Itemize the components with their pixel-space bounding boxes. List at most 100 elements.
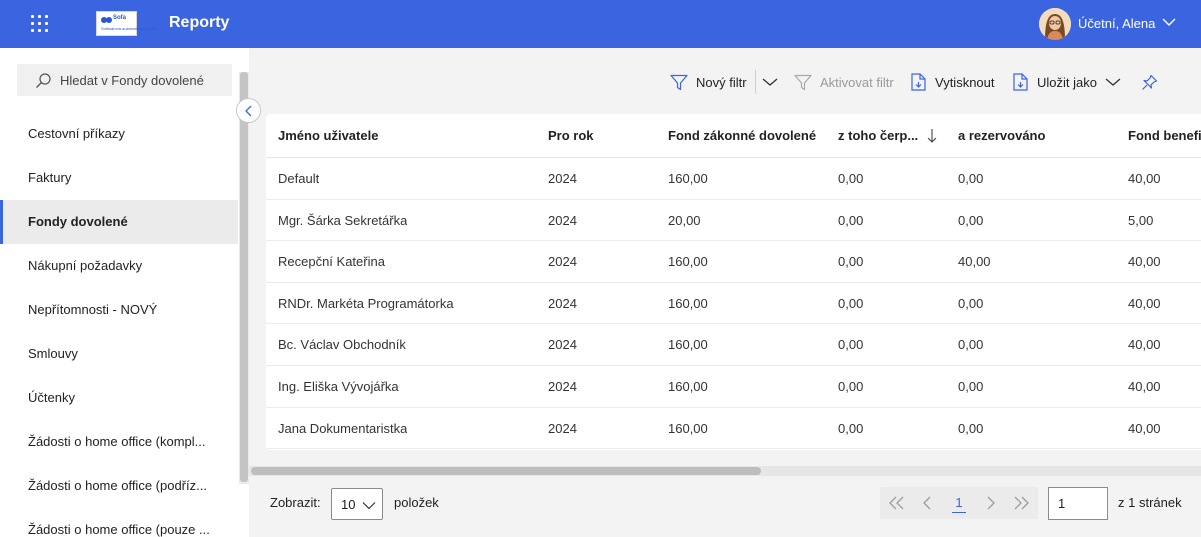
cell-reserved: 0,00: [958, 379, 984, 394]
column-header-used[interactable]: z toho čerp...: [838, 114, 918, 158]
cell-benefit-fund: 40,00: [1128, 295, 1161, 311]
cell-statutory-fund: 160,00: [668, 171, 708, 186]
column-header-benefit-fund[interactable]: Fond benefi: [1128, 114, 1201, 158]
save-as-label: Uložit jako: [1037, 74, 1097, 90]
logo-brand: Sofa: [113, 15, 127, 21]
app-launcher-icon[interactable]: [31, 15, 48, 32]
chevron-down-icon: [762, 78, 778, 86]
print-button[interactable]: Vytisknout: [910, 66, 995, 98]
double-chevron-right-icon: [1014, 496, 1029, 510]
cell-year: 2024: [548, 212, 577, 228]
first-page-button[interactable]: [881, 487, 911, 519]
cell-reserved: 0,00: [958, 295, 984, 311]
table-row[interactable]: Default 2024 160,00 0,00 0,00 40,00: [266, 158, 1201, 200]
filter-dropdown-button[interactable]: [762, 66, 786, 98]
table-row[interactable]: Bc. Václav Obchodník 2024 160,00 0,00 0,00 40…: [266, 324, 1201, 366]
cell-user-name: Bc. Václav Obchodník: [278, 337, 406, 353]
cell-statutory-fund: 160,00: [668, 379, 708, 394]
cell-reserved: 0,00: [958, 171, 984, 186]
cell-user-name: Recepční Kateřina: [278, 254, 385, 270]
sidebar-item[interactable]: Fondy dovolené: [0, 200, 238, 244]
cell-used: 0,00: [838, 254, 864, 270]
table-row[interactable]: RNDr. Markéta Programátorka 2024 160,00 0,0…: [266, 283, 1201, 325]
cell-year: 2024: [548, 295, 577, 311]
chevron-down-icon[interactable]: [1162, 17, 1176, 27]
cell-user-name: Default: [278, 171, 320, 186]
cell-reserved: 0,00: [958, 420, 984, 436]
sidebar-item[interactable]: Faktury: [0, 156, 238, 200]
sidebar-scrollbar-thumb[interactable]: [240, 72, 248, 482]
cell-benefit-fund: 40,00: [1128, 254, 1161, 270]
chevron-right-icon: [987, 496, 995, 510]
search-input[interactable]: [60, 64, 230, 96]
app-title: Reporty: [169, 14, 230, 31]
new-filter-button[interactable]: Nový filtr: [670, 66, 747, 98]
collapse-sidebar-button[interactable]: [236, 98, 261, 123]
cell-used: 0,00: [838, 420, 864, 436]
cell-used: 0,00: [838, 337, 864, 353]
total-pages-label: z 1 stránek: [1118, 495, 1182, 510]
pin-icon: [1142, 74, 1158, 90]
sidebar-item[interactable]: Nepřítomnosti - NOVÝ: [0, 288, 238, 332]
show-label: Zobrazit:: [270, 495, 321, 510]
cell-benefit-fund: 5,00: [1128, 212, 1154, 228]
sidebar-item[interactable]: Účtenky: [0, 376, 238, 420]
table-header: Jméno uživatele Pro rok Fond zákonné dov…: [266, 114, 1201, 158]
print-label: Vytisknout: [935, 74, 995, 90]
column-header-year[interactable]: Pro rok: [548, 114, 594, 158]
save-as-button[interactable]: Uložit jako: [1012, 66, 1121, 98]
filter-icon: [670, 74, 688, 90]
sidebar-item[interactable]: Cestovní příkazy: [0, 112, 238, 156]
sidebar-search[interactable]: [17, 64, 232, 96]
column-header-statutory-fund[interactable]: Fond zákonné dovolené: [668, 114, 816, 158]
user-name[interactable]: Účetní, Alena: [1078, 16, 1155, 31]
cell-user-name: RNDr. Markéta Programátorka: [278, 295, 454, 311]
user-avatar[interactable]: [1039, 8, 1071, 40]
column-header-user-name[interactable]: Jméno uživatele: [278, 114, 378, 158]
sort-descending-icon[interactable]: [927, 128, 937, 144]
table-row[interactable]: Jana Dokumentaristka 2024 160,00 0,00 0,00 40…: [266, 408, 1201, 450]
cell-statutory-fund: 160,00: [668, 420, 708, 436]
cell-used: 0,00: [838, 295, 864, 311]
cell-reserved: 0,00: [958, 212, 984, 228]
sidebar-item[interactable]: Žádosti o home office (kompl...: [0, 420, 238, 464]
table-row[interactable]: Mgr. Šárka Sekretářka 2024 20,00 0,00 0,00 5,…: [266, 200, 1201, 242]
sidebar-item[interactable]: Nákupní požadavky: [0, 244, 238, 288]
sidebar-item[interactable]: Smlouvy: [0, 332, 238, 376]
page-size-value: 10: [341, 497, 356, 512]
cell-year: 2024: [548, 379, 577, 394]
sidebar-item[interactable]: Žádosti o home office (podříz...: [0, 464, 238, 508]
cell-benefit-fund: 40,00: [1128, 337, 1161, 353]
cell-statutory-fund: 160,00: [668, 295, 708, 311]
table-row[interactable]: Recepční Kateřina 2024 160,00 0,00 40,00 40,0…: [266, 241, 1201, 283]
activate-filter-button[interactable]: Aktivovat filtr: [794, 66, 894, 98]
cell-user-name: Jana Dokumentaristka: [278, 420, 408, 436]
pin-button[interactable]: [1141, 66, 1166, 98]
company-logo[interactable]: Sofa Softwarová automatizace s.r.o.: [96, 11, 156, 36]
cell-year: 2024: [548, 337, 577, 353]
cell-reserved: 40,00: [958, 254, 991, 270]
report-table: Jméno uživatele Pro rok Fond zákonné dov…: [266, 114, 1201, 450]
new-filter-label: Nový filtr: [696, 74, 747, 90]
table-row[interactable]: Ing. Eliška Vývojářka 2024 160,00 0,00 0,00 4…: [266, 366, 1201, 408]
sidebar: Cestovní příkazyFakturyFondy dovolenéNák…: [0, 48, 249, 537]
page-size-select[interactable]: 10: [331, 488, 383, 520]
cell-used: 0,00: [838, 379, 864, 394]
save-document-icon: [1013, 73, 1028, 91]
filter-icon: [794, 74, 812, 90]
cell-year: 2024: [548, 420, 577, 436]
column-header-reserved[interactable]: a rezervováno: [958, 114, 1045, 158]
cell-used: 0,00: [838, 212, 864, 228]
table-scrollbar-thumb[interactable]: [251, 467, 761, 475]
cell-user-name: Ing. Eliška Vývojářka: [278, 379, 399, 394]
current-page-link[interactable]: 1: [952, 494, 966, 513]
top-bar: Sofa Softwarová automatizace s.r.o. Repo…: [0, 0, 1201, 48]
previous-page-button[interactable]: [912, 487, 942, 519]
double-chevron-left-icon: [889, 496, 904, 510]
cell-statutory-fund: 160,00: [668, 254, 708, 270]
sidebar-item[interactable]: Žádosti o home office (pouze ...: [0, 508, 238, 537]
next-page-button[interactable]: [976, 487, 1006, 519]
activate-filter-label: Aktivovat filtr: [820, 74, 894, 90]
page-number-input[interactable]: [1048, 487, 1108, 520]
last-page-button[interactable]: [1007, 487, 1037, 519]
